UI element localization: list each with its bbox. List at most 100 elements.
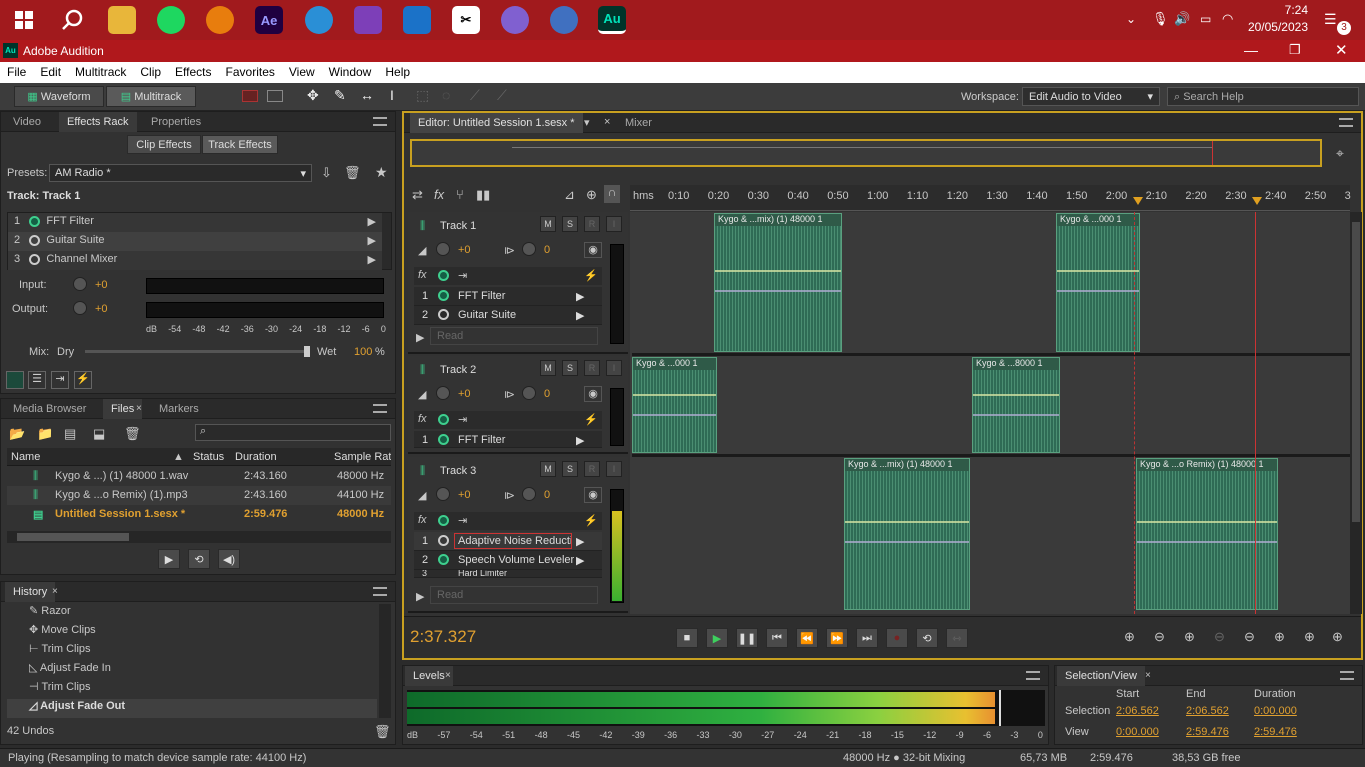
pan-envelope[interactable]: [845, 541, 969, 543]
power-icon[interactable]: [29, 234, 41, 246]
power-icon[interactable]: [29, 215, 41, 227]
fx-icon[interactable]: fx: [434, 187, 444, 202]
history-item-current[interactable]: ◿ Adjust Fade Out: [7, 699, 377, 718]
solo-button[interactable]: S: [562, 216, 578, 232]
import-icon[interactable]: 📁: [37, 426, 53, 442]
panel-menu-icon[interactable]: [1339, 118, 1353, 127]
save-preset-icon[interactable]: ⇩: [321, 165, 332, 181]
power-icon[interactable]: [438, 413, 449, 425]
microphone-icon[interactable]: 🎙: [1152, 11, 1169, 27]
play-arrow-icon[interactable]: ▶: [368, 215, 376, 228]
chevron-up-icon[interactable]: ⌄: [1126, 12, 1136, 26]
automation-mode-select[interactable]: Read: [430, 586, 598, 604]
power-icon[interactable]: [438, 289, 449, 301]
stereo-icon[interactable]: ◉: [584, 242, 602, 258]
razor-tool-icon[interactable]: ✎: [334, 87, 346, 104]
output-knob[interactable]: [73, 301, 87, 315]
headphones-icon[interactable]: ∩: [604, 185, 620, 203]
lightning-icon[interactable]: ⚡: [584, 514, 598, 527]
stereo-icon[interactable]: ◉: [584, 487, 602, 503]
fx-icon[interactable]: fx: [418, 514, 427, 526]
track-effect-slot[interactable]: 3 Hard Limiter: [414, 570, 602, 578]
skip-icon[interactable]: ⇿: [946, 628, 968, 648]
clock-date[interactable]: 20/05/2023: [1244, 20, 1308, 34]
record-arm-button[interactable]: R: [584, 461, 600, 477]
track-pan[interactable]: 0: [544, 388, 550, 400]
volume-envelope[interactable]: [1137, 521, 1277, 523]
view-end[interactable]: 2:59.476: [1186, 726, 1229, 738]
loop-preview-icon[interactable]: ⟲: [188, 549, 210, 569]
track-effect-slot[interactable]: 1 FFT Filter ▶: [414, 431, 602, 448]
file-explorer-icon[interactable]: [108, 6, 136, 34]
tab-effects-rack[interactable]: Effects Rack: [59, 112, 137, 132]
menu-file[interactable]: File: [0, 62, 33, 79]
selection-start[interactable]: 2:06.562: [1116, 705, 1159, 717]
slip-tool-icon[interactable]: ↔: [360, 87, 374, 103]
selection-duration[interactable]: 0:00.000: [1254, 705, 1297, 717]
volume-knob[interactable]: [436, 487, 450, 501]
files-scrollbar[interactable]: [7, 531, 391, 543]
list-icon[interactable]: ☰: [28, 371, 46, 389]
zoom-in-time-icon[interactable]: ⊕: [1184, 629, 1195, 645]
play-arrow-icon[interactable]: ▶: [368, 234, 376, 247]
input-knob[interactable]: [73, 277, 87, 291]
tab-properties[interactable]: Properties: [143, 112, 209, 132]
volume-envelope[interactable]: [845, 521, 969, 523]
pan-knob[interactable]: [522, 487, 536, 501]
volume-envelope[interactable]: [973, 394, 1059, 396]
mute-button[interactable]: M: [540, 461, 556, 477]
search-icon[interactable]: [58, 6, 86, 34]
audio-clip[interactable]: Kygo & ...mix) (1) 48000 1: [714, 213, 842, 352]
power-icon[interactable]: [438, 534, 449, 546]
wet-value[interactable]: 100: [354, 346, 372, 358]
battery-icon[interactable]: ▭: [1200, 12, 1211, 26]
app-icon[interactable]: [501, 6, 529, 34]
audio-clip[interactable]: Kygo & ...o Remix) (1) 48000 1: [1136, 458, 1278, 610]
tab-video[interactable]: Video: [5, 112, 49, 132]
search-help-input[interactable]: ⌕ Search Help: [1167, 87, 1359, 106]
play-arrow-icon[interactable]: ▶: [576, 290, 584, 303]
pan-knob[interactable]: [522, 242, 536, 256]
track-volume[interactable]: +0: [458, 244, 471, 256]
fx-icon[interactable]: fx: [418, 413, 427, 425]
zoom-out-amplitude-icon[interactable]: ⊖: [1154, 629, 1165, 645]
zoom-out-point-icon[interactable]: ⊕: [1332, 629, 1343, 645]
view-duration[interactable]: 2:59.476: [1254, 726, 1297, 738]
previous-icon[interactable]: ⏮: [766, 628, 788, 648]
lasso-tool-icon[interactable]: ◌: [442, 87, 450, 103]
menu-clip[interactable]: Clip: [133, 62, 168, 79]
play-arrow-icon[interactable]: ▶: [576, 434, 584, 447]
output-value[interactable]: +0: [95, 303, 108, 315]
restore-icon[interactable]: ❐: [1289, 42, 1301, 58]
play-arrow-icon[interactable]: ▶: [576, 535, 584, 548]
stop-icon[interactable]: ■: [676, 628, 698, 648]
input-value[interactable]: +0: [95, 279, 108, 291]
track-effect-slot[interactable]: 2 Guitar Suite ▶: [414, 306, 602, 325]
pan-envelope[interactable]: [973, 414, 1059, 416]
track-effects-button[interactable]: Track Effects: [202, 135, 278, 154]
chevron-down-icon[interactable]: ▾: [584, 116, 590, 129]
record-icon[interactable]: ●: [886, 628, 908, 648]
wifi-icon[interactable]: ◠: [1222, 11, 1233, 27]
favorite-star-icon[interactable]: ★: [375, 164, 388, 181]
input-monitor-button[interactable]: I: [606, 461, 622, 477]
close-tab-icon[interactable]: ×: [604, 116, 610, 128]
file-row[interactable]: ▤ Untitled Session 1.sesx * 2:59.476 48000 …: [7, 505, 391, 524]
menu-window[interactable]: Window: [322, 62, 379, 79]
track-effect-slot[interactable]: 1 FFT Filter ▶: [414, 287, 602, 306]
file-row[interactable]: ⫼ Kygo & ...) (1) 48000 1.wav 2:43.160 4800…: [7, 467, 391, 486]
track-effect-slot[interactable]: 1 Adaptive Noise Reducti ▶: [414, 532, 602, 551]
pan-envelope[interactable]: [1057, 290, 1139, 292]
capcut-icon[interactable]: ✂: [452, 6, 480, 34]
edge-icon[interactable]: [305, 6, 333, 34]
effect-slot[interactable]: 3 Channel Mixer ▶: [8, 251, 382, 270]
zoom-in-point-icon[interactable]: ⊕: [1304, 629, 1315, 645]
clear-history-icon[interactable]: 🗑: [374, 724, 391, 740]
panel-menu-icon[interactable]: [373, 587, 387, 596]
delete-icon[interactable]: 🗑: [124, 426, 141, 442]
audio-clip[interactable]: Kygo & ...mix) (1) 48000 1: [844, 458, 970, 610]
play-arrow-icon[interactable]: ▶: [576, 309, 584, 322]
marquee-tool-icon[interactable]: ⬚: [416, 87, 429, 104]
audio-clip[interactable]: Kygo & ...8000 1: [972, 357, 1060, 453]
menu-multitrack[interactable]: Multitrack: [68, 62, 133, 79]
